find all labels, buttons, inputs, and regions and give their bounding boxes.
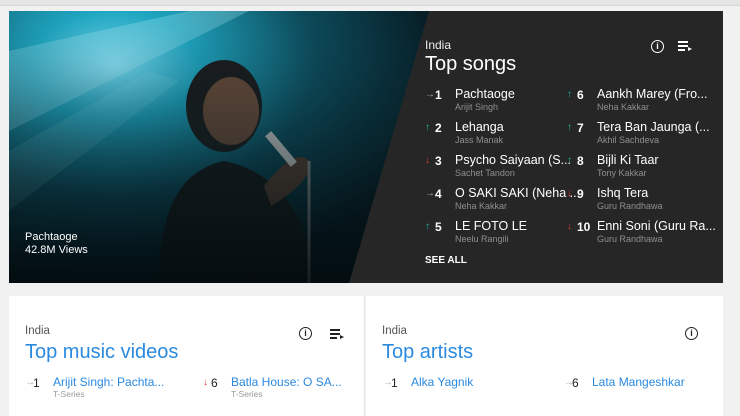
top-divider xyxy=(0,0,740,6)
item-artist: Jass Manak xyxy=(455,135,504,145)
rank-number: 1 xyxy=(391,376,398,390)
item-title[interactable]: Alka Yagnik xyxy=(411,375,473,389)
rank-number: 3 xyxy=(435,154,442,168)
item-title[interactable]: Aankh Marey (Fro... xyxy=(597,87,707,101)
item-title[interactable]: Lehanga xyxy=(455,120,504,134)
top-artists-card: India Top artists i → 1 Alka Yagnik → 6 Lata … xyxy=(366,296,723,416)
trend-up-icon: ↑ xyxy=(567,122,572,133)
trend-same-icon: → xyxy=(425,89,435,100)
rank-number: 6 xyxy=(572,376,579,390)
item-title[interactable]: Enni Soni (Guru Ra... xyxy=(597,219,716,233)
item-title[interactable]: Arijit Singh: Pachta... xyxy=(53,375,164,389)
rank-number: 1 xyxy=(33,376,40,390)
info-icon[interactable]: i xyxy=(651,40,664,53)
rank-number: 7 xyxy=(577,121,584,135)
item-artist: Neelu Rangili xyxy=(455,234,509,244)
rank-number: 8 xyxy=(577,154,584,168)
item-title[interactable]: O SAKI SAKI (Neha ... xyxy=(455,186,580,200)
see-all-link[interactable]: SEE ALL xyxy=(425,255,467,266)
item-artist: Guru Randhawa xyxy=(597,234,663,244)
country-label: India xyxy=(382,325,407,337)
country-label: India xyxy=(425,38,452,52)
trend-down-icon: ↓ xyxy=(567,188,572,199)
hero-song-title[interactable]: Pachtaoge xyxy=(25,231,88,244)
hero-artist-image[interactable]: Pachtaoge 42.8M Views xyxy=(9,11,429,283)
item-artist: Arijit Singh xyxy=(455,102,499,112)
top-songs-hero-card: Pachtaoge 42.8M Views India Top songs i … xyxy=(9,11,723,283)
item-title[interactable]: Pachtaoge xyxy=(455,87,515,101)
rank-number: 1 xyxy=(435,88,442,102)
item-artist: Neha Kakkar xyxy=(597,102,650,112)
trend-up-icon: ↑ xyxy=(567,155,572,166)
item-artist: T-Series xyxy=(231,389,263,399)
item-title[interactable]: LE FOTO LE xyxy=(455,219,527,233)
rank-number: 2 xyxy=(435,121,442,135)
rank-number: 5 xyxy=(435,220,442,234)
rank-number: 6 xyxy=(577,88,584,102)
top-music-videos-heading[interactable]: Top music videos xyxy=(25,341,178,364)
info-icon[interactable]: i xyxy=(299,327,312,340)
item-artist: Guru Randhawa xyxy=(597,201,663,211)
trend-down-icon: ↓ xyxy=(203,377,208,388)
info-icon[interactable]: i xyxy=(685,327,698,340)
item-title[interactable]: Bijli Ki Taar xyxy=(597,153,659,167)
item-artist: Neha Kakkar xyxy=(455,201,508,211)
rank-number: 10 xyxy=(577,220,591,234)
hero-views: 42.8M Views xyxy=(25,244,88,256)
playlist-icon[interactable] xyxy=(330,329,344,341)
item-artist: Sachet Tandon xyxy=(455,168,515,178)
trend-down-icon: ↓ xyxy=(567,221,572,232)
item-title[interactable]: Psycho Saiyaan (S... xyxy=(455,153,571,167)
top-songs-panel: India Top songs i → 1 Pachtaoge Arijit Sing… xyxy=(425,11,723,283)
item-title[interactable]: Ishq Tera xyxy=(597,186,648,200)
top-songs-heading: Top songs xyxy=(425,53,517,75)
item-title[interactable]: Lata Mangeshkar xyxy=(592,375,685,389)
rank-number: 4 xyxy=(435,187,442,201)
hero-caption: Pachtaoge 42.8M Views xyxy=(25,231,88,257)
playlist-icon[interactable] xyxy=(678,41,692,53)
item-artist: T-Series xyxy=(53,389,85,399)
country-label: India xyxy=(25,325,50,337)
trend-up-icon: ↑ xyxy=(567,89,572,100)
trend-down-icon: ↓ xyxy=(425,155,430,166)
top-music-videos-card: India Top music videos i → 1 Arijit Singh:… xyxy=(9,296,365,416)
item-title[interactable]: Batla House: O SA... xyxy=(231,375,342,389)
rank-number: 9 xyxy=(577,187,584,201)
item-title[interactable]: Tera Ban Jaunga (... xyxy=(597,120,710,134)
trend-up-icon: ↑ xyxy=(425,221,430,232)
item-artist: Tony Kakkar xyxy=(597,168,647,178)
trend-up-icon: ↑ xyxy=(425,122,430,133)
trend-same-icon: → xyxy=(425,188,435,199)
top-artists-heading[interactable]: Top artists xyxy=(382,341,473,364)
item-artist: Akhil Sachdeva xyxy=(597,135,660,145)
rank-number: 6 xyxy=(211,376,218,390)
